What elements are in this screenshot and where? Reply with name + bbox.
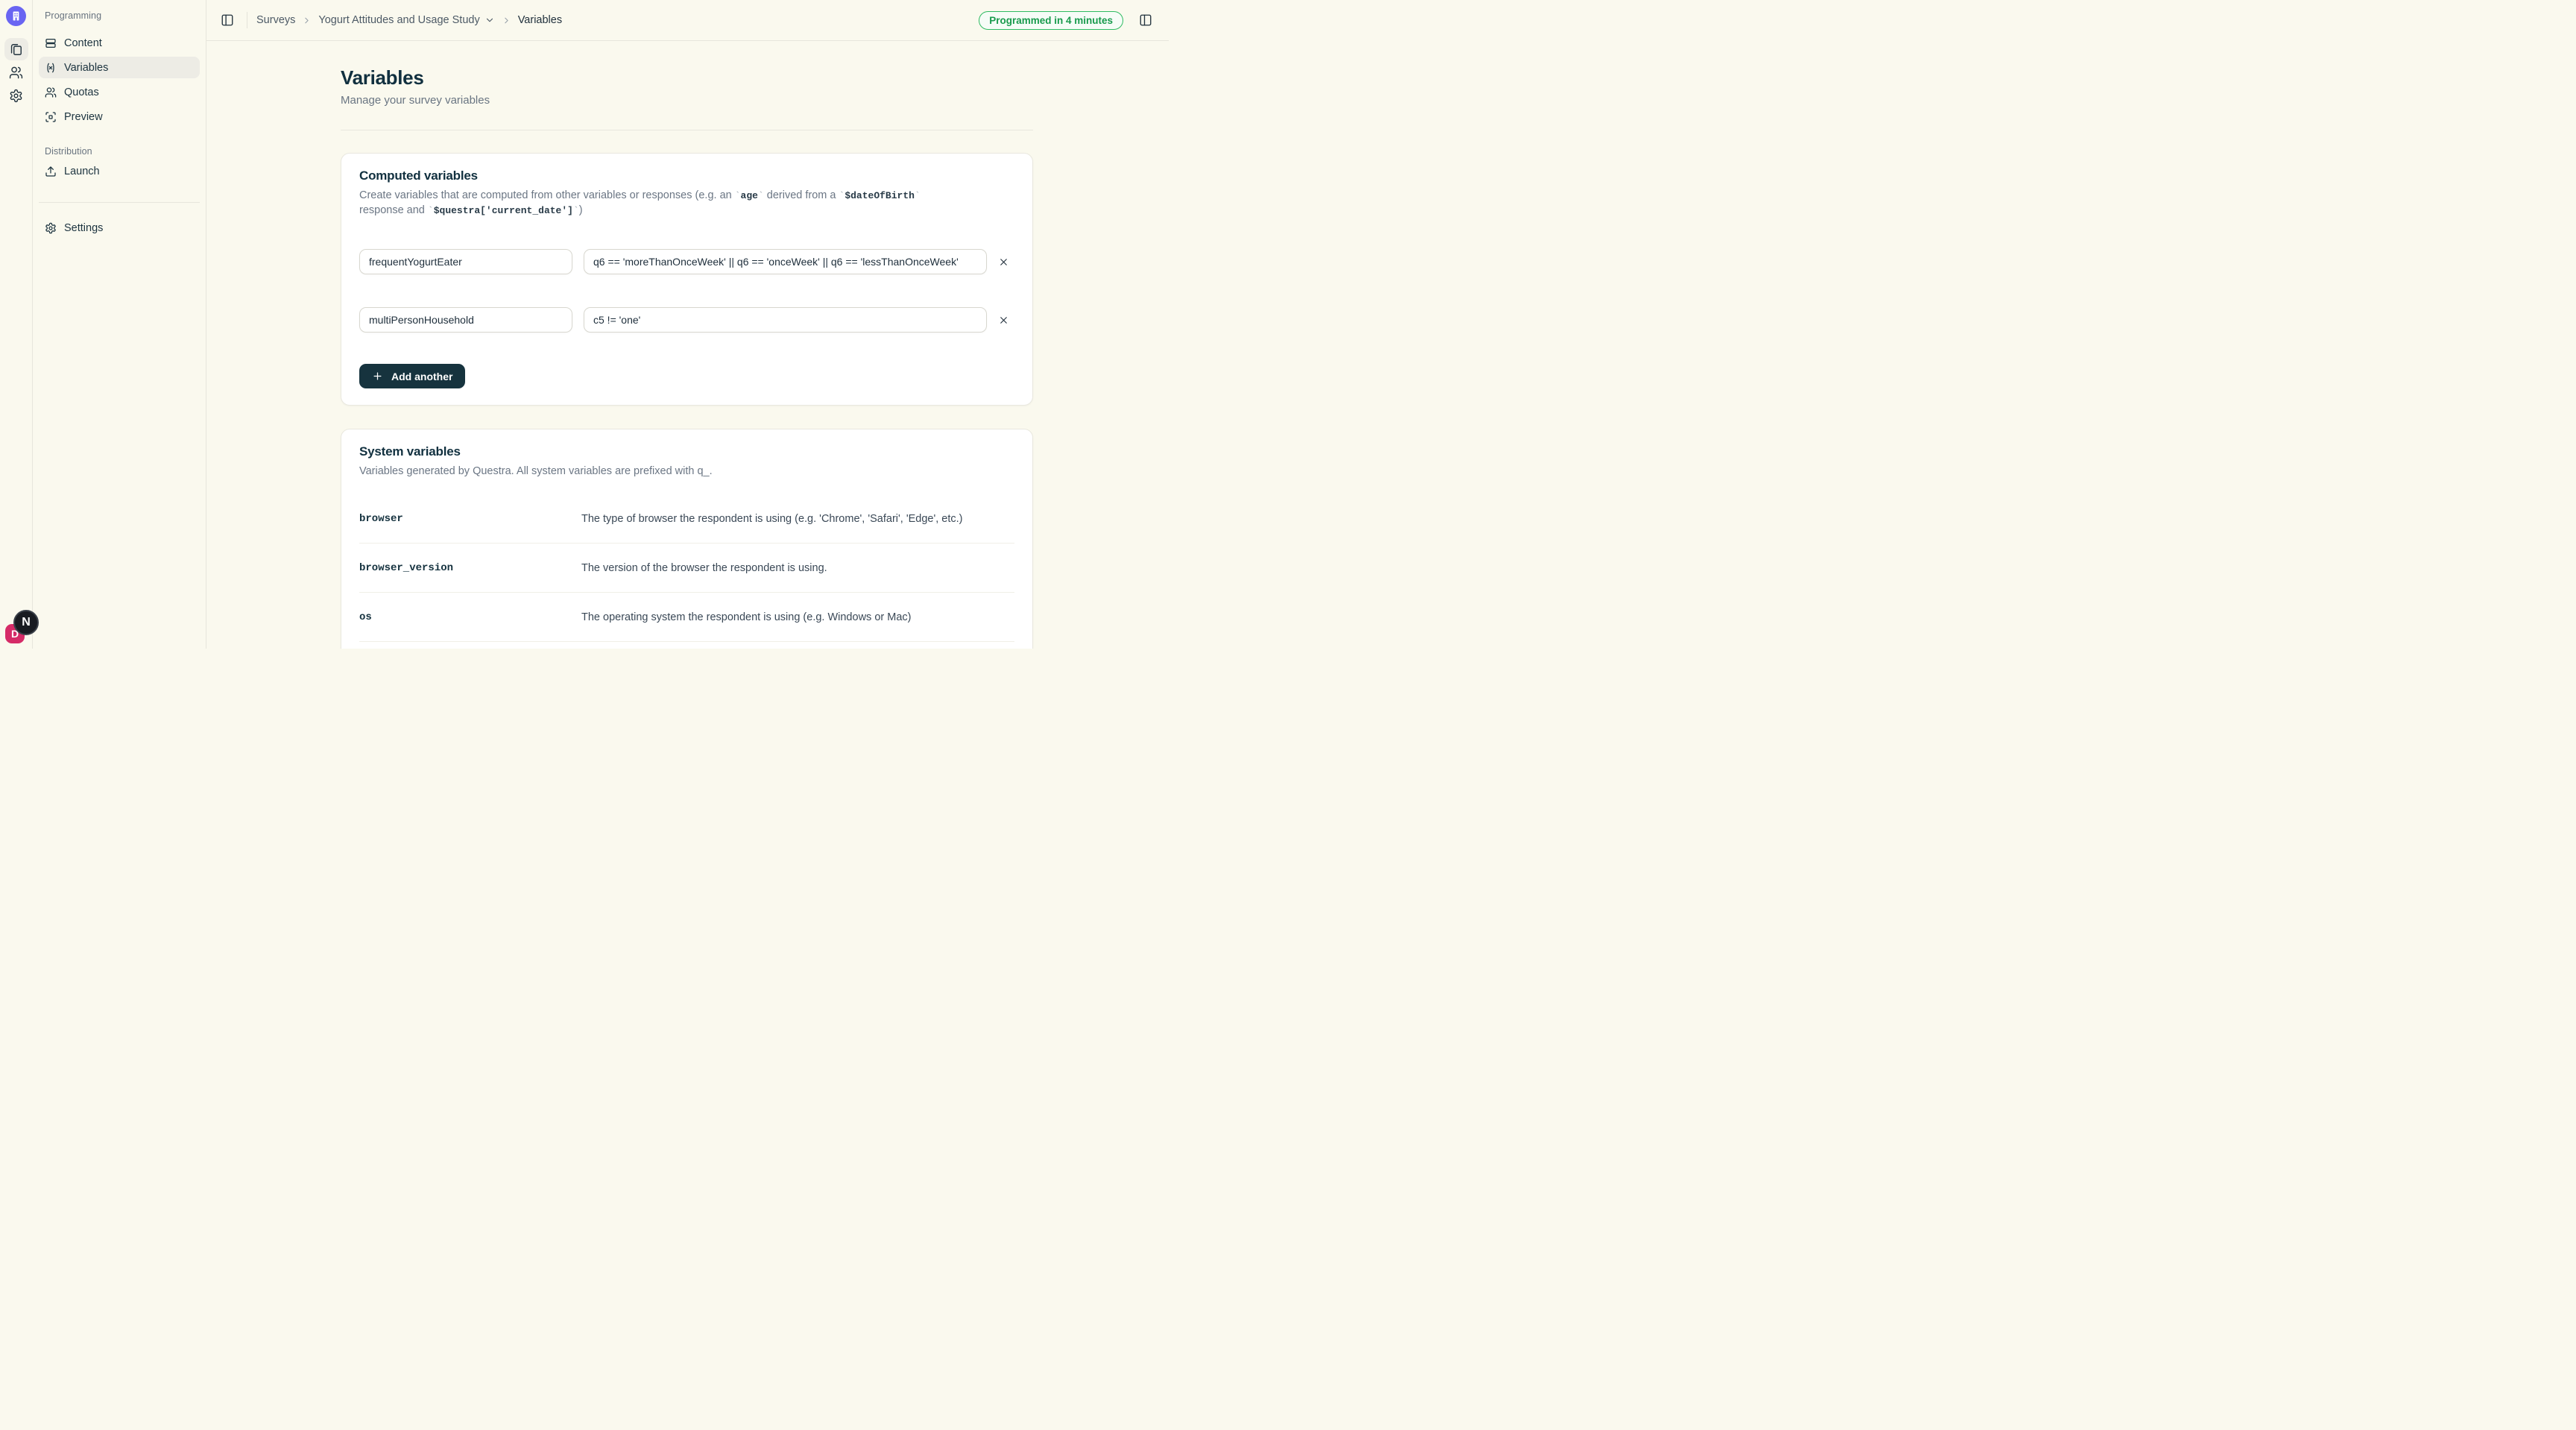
breadcrumb: Surveys Yogurt Attitudes and Usage Study… <box>256 14 562 26</box>
pages-icon <box>9 42 23 57</box>
sidebar-item-label: Settings <box>64 222 103 234</box>
system-variables-table: browser The type of browser the responde… <box>359 494 1014 642</box>
building-icon <box>10 10 22 22</box>
right-panel-toggle-button[interactable] <box>1135 10 1156 31</box>
sidebar-item-content[interactable]: Content <box>39 32 200 54</box>
section-label-programming: Programming <box>45 10 200 21</box>
gear-icon <box>9 89 23 103</box>
breadcrumb-survey-name[interactable]: Yogurt Attitudes and Usage Study <box>318 14 479 26</box>
add-another-label: Add another <box>391 371 452 382</box>
system-variable-name: browser_version <box>359 562 581 574</box>
computed-variable-rows <box>359 249 1014 333</box>
nav-sidebar: Programming Content Variables Quotas <box>33 0 206 649</box>
org-logo[interactable] <box>6 6 26 26</box>
panel-right-icon <box>1139 13 1152 27</box>
sidebar-item-settings[interactable]: Settings <box>39 217 200 239</box>
system-variable-name: browser <box>359 513 581 525</box>
system-variables-subtitle: Variables generated by Questra. All syst… <box>359 465 1014 477</box>
icon-rail: D N <box>0 0 33 649</box>
computed-variables-card: Computed variables Create variables that… <box>341 153 1033 406</box>
breadcrumb-current-page: Variables <box>518 14 562 26</box>
dev-tools-badge[interactable]: N <box>13 610 39 635</box>
computed-variables-title: Computed variables <box>359 168 1014 183</box>
variable-expression-input[interactable] <box>584 249 987 274</box>
system-variable-description: The operating system the respondent is u… <box>581 611 1014 623</box>
gear-icon <box>45 222 57 234</box>
sidebar-item-label: Launch <box>64 166 100 177</box>
programmed-time-badge[interactable]: Programmed in 4 minutes <box>979 11 1123 30</box>
sidebar-item-preview[interactable]: Preview <box>39 106 200 127</box>
system-variable-description: The type of browser the respondent is us… <box>581 513 1014 525</box>
variable-name-input[interactable] <box>359 307 572 333</box>
close-icon <box>998 256 1009 268</box>
users-icon <box>9 66 23 80</box>
sidebar-toggle-button[interactable] <box>217 10 238 31</box>
rail-audience-button[interactable] <box>4 61 28 84</box>
rail-settings-button[interactable] <box>4 84 28 107</box>
chevron-right-icon <box>502 16 511 25</box>
rail-surveys-button[interactable] <box>4 38 28 60</box>
topbar-right: Programmed in 4 minutes <box>979 10 1156 31</box>
app-root: D N Programming Content Variables <box>0 0 1169 649</box>
remove-variable-button[interactable] <box>993 309 1014 330</box>
sidebar-item-quotas[interactable]: Quotas <box>39 81 200 103</box>
plus-icon <box>372 371 383 382</box>
section-label-distribution: Distribution <box>45 146 200 157</box>
rows-icon <box>45 37 57 49</box>
page-title: Variables <box>341 66 1033 89</box>
chevron-right-icon <box>302 16 312 25</box>
sidebar-item-label: Quotas <box>64 86 99 98</box>
chevron-down-icon <box>484 15 495 25</box>
remove-variable-button[interactable] <box>993 251 1014 272</box>
system-variable-name: os <box>359 611 581 623</box>
sidebar-item-variables[interactable]: Variables <box>39 57 200 78</box>
sidebar-item-label: Content <box>64 37 102 49</box>
preview-icon <box>45 111 57 123</box>
rail-buttons <box>4 38 28 107</box>
table-row: browser_version The version of the brows… <box>359 544 1014 593</box>
page-content: Variables Manage your survey variables C… <box>206 41 1169 649</box>
breadcrumb-survey-dropdown[interactable]: Yogurt Attitudes and Usage Study <box>318 14 494 26</box>
sidebar-item-label: Preview <box>64 111 103 123</box>
upload-icon <box>45 166 57 177</box>
table-row: browser The type of browser the responde… <box>359 494 1014 544</box>
sidebar-item-launch[interactable]: Launch <box>39 160 200 182</box>
variable-expression-input[interactable] <box>584 307 987 333</box>
table-row: os The operating system the respondent i… <box>359 593 1014 642</box>
system-variable-description: The version of the browser the responden… <box>581 562 1014 574</box>
main-area: Surveys Yogurt Attitudes and Usage Study… <box>206 0 1169 649</box>
variable-name-input[interactable] <box>359 249 572 274</box>
system-variables-title: System variables <box>359 444 1014 459</box>
system-variables-card: System variables Variables generated by … <box>341 429 1033 649</box>
variable-icon <box>45 62 57 74</box>
breadcrumb-surveys[interactable]: Surveys <box>256 14 295 26</box>
panel-left-icon <box>221 13 234 27</box>
computed-variable-row <box>359 249 1014 274</box>
computed-variable-row <box>359 307 1014 333</box>
close-icon <box>998 315 1009 326</box>
computed-variables-description: Create variables that are computed from … <box>359 189 1014 218</box>
page-subtitle: Manage your survey variables <box>341 94 1033 107</box>
sidebar-item-label: Variables <box>64 62 108 74</box>
topbar: Surveys Yogurt Attitudes and Usage Study… <box>206 0 1169 41</box>
sidebar-divider <box>39 202 200 203</box>
users-icon <box>45 86 57 98</box>
add-another-button[interactable]: Add another <box>359 364 465 388</box>
